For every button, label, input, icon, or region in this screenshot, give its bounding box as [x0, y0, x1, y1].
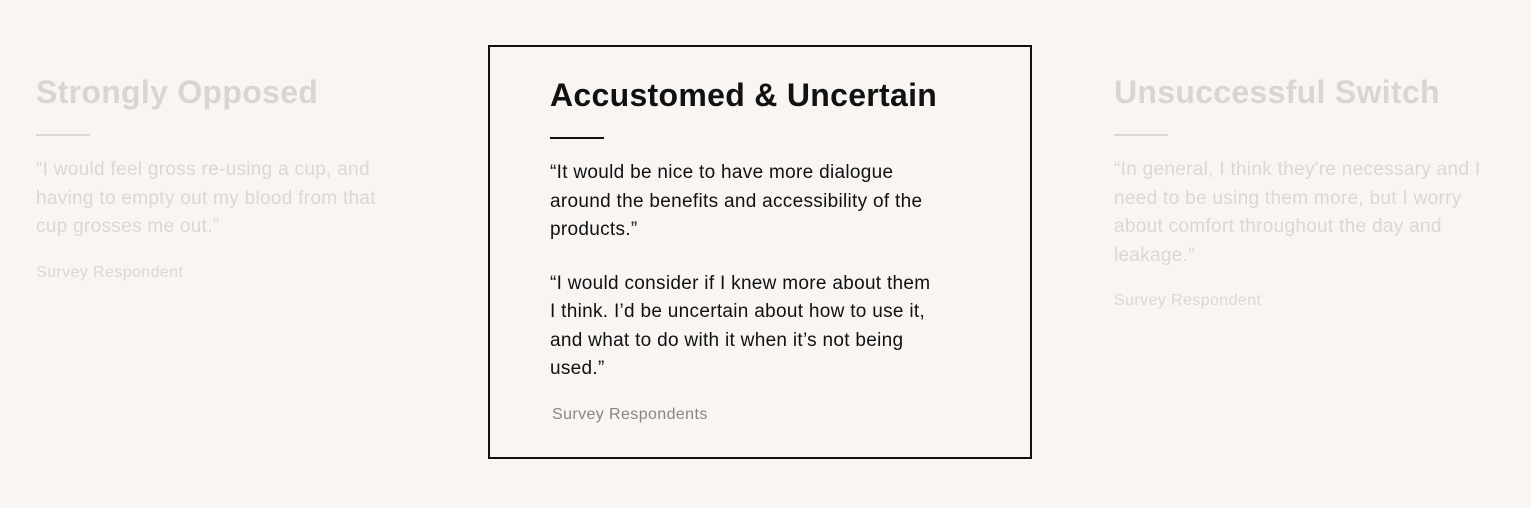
- card-title: Unsuccessful Switch: [1114, 74, 1440, 110]
- title-divider: [550, 137, 604, 139]
- persona-card-unsuccessful-switch[interactable]: Unsuccessful Switch “In general, I think…: [1114, 72, 1514, 312]
- card-quote: “In general, I think they're necessary a…: [1114, 159, 1481, 266]
- card-title: Strongly Opposed: [36, 74, 319, 110]
- persona-card-accustomed-uncertain[interactable]: Accustomed & Uncertain “It would be nice…: [488, 45, 1032, 459]
- card-attribution: Survey Respondents: [552, 405, 708, 423]
- card-quote: “It would be nice to have more dialogue …: [550, 162, 923, 240]
- persona-card-strongly-opposed[interactable]: Strongly Opposed “I would feel gross re-…: [36, 72, 456, 284]
- card-attribution: Survey Respondent: [36, 263, 184, 281]
- card-title: Accustomed & Uncertain: [550, 77, 938, 113]
- title-divider: [36, 134, 90, 136]
- card-quote: “I would feel gross re-using a cup, and …: [36, 159, 376, 237]
- card-quote: “I would consider if I knew more about t…: [550, 272, 931, 380]
- card-attribution: Survey Respondent: [1114, 292, 1262, 309]
- title-divider: [1114, 134, 1168, 136]
